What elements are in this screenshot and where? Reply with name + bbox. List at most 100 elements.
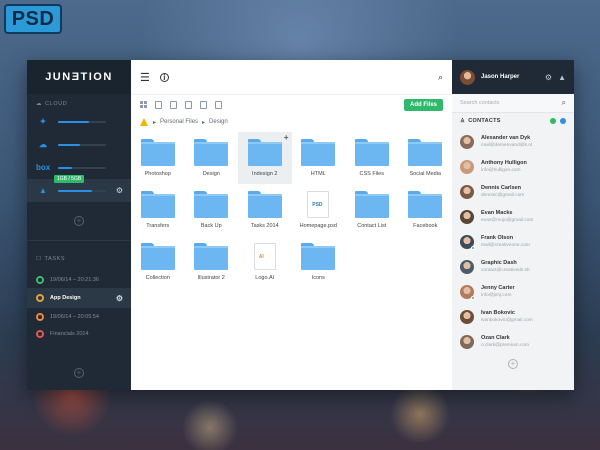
contact-item[interactable]: Frank Olson mail@creativeone.com	[452, 229, 574, 254]
contact-email: info@hulligon.com	[481, 168, 521, 173]
folder-item[interactable]: + Indesign 2	[238, 132, 292, 184]
top-bar: ☰ i ⌕	[131, 60, 452, 94]
gear-icon[interactable]: ⚙	[116, 186, 123, 195]
gear-icon[interactable]: ⚙	[545, 73, 552, 82]
folder-item[interactable]: Icons	[292, 236, 346, 288]
add-contact-button[interactable]: +	[508, 359, 518, 369]
contacts-title: CONTACTS	[468, 118, 501, 124]
copy-icon[interactable]	[200, 100, 207, 109]
contact-search-input[interactable]: Search contacts	[460, 100, 499, 106]
breadcrumb-item-design[interactable]: Design	[209, 119, 228, 125]
contact-name: Dennis Carlsen	[481, 185, 522, 191]
new-file-icon[interactable]	[155, 100, 162, 109]
contact-item[interactable]: Graphic Dash contact@creativeds.sh	[452, 254, 574, 279]
folder-item[interactable]: Transfers	[131, 184, 185, 236]
contact-item[interactable]: Dennis Carlsen dennisc@gmail.com	[452, 179, 574, 204]
contact-item[interactable]: Evan Macks evan@mojo@gmail.com	[452, 204, 574, 229]
away-status-dot[interactable]	[560, 118, 566, 124]
contact-avatar	[460, 159, 474, 174]
folder-icon	[354, 139, 389, 166]
left-sidebar: JUNƎTION ☁ CLOUD ✦ ☁ box ▲ 1GB / 5GB ⚙ + ☐ TA…	[27, 60, 131, 390]
contact-avatar	[460, 234, 475, 250]
folder-item[interactable]: Social Media	[399, 132, 453, 184]
file-label: Illustrator 2	[197, 275, 225, 281]
folder-item[interactable]: Collection	[131, 236, 185, 288]
user-name[interactable]: Jason Harper	[481, 74, 519, 80]
file-item[interactable]: PSD Homepage.psd	[292, 184, 346, 236]
online-indicator	[471, 245, 475, 250]
breadcrumb-arrow-icon: ▸	[202, 119, 206, 126]
task-item[interactable]: 19/06/14 – 20:21:36	[27, 271, 131, 288]
add-icon[interactable]: +	[284, 133, 289, 142]
contact-email: contact@creativeds.sh	[481, 268, 530, 273]
add-files-button[interactable]: Add Files	[403, 98, 443, 111]
breadcrumb-item-personal-files[interactable]: Personal Files	[160, 119, 198, 125]
folder-item[interactable]: CSS Files	[345, 132, 399, 184]
storage-bar-fill	[58, 166, 73, 169]
folder-icon	[194, 139, 229, 166]
gear-icon[interactable]: ⚙	[116, 294, 123, 303]
cloud-item-google-drive[interactable]: ▲ 1GB / 5GB ⚙	[27, 175, 131, 202]
folder-item[interactable]: Facebook	[399, 184, 453, 236]
contact-name: Graphic Dash	[481, 260, 517, 266]
cloud-item-dropbox[interactable]: ✦	[27, 110, 131, 133]
folder-item[interactable]: Tasks 2014	[238, 184, 292, 236]
contact-avatar	[460, 184, 474, 199]
file-label: Contact List	[357, 223, 387, 229]
contact-avatar	[460, 334, 474, 349]
folder-item[interactable]: Design	[185, 132, 239, 184]
task-item[interactable]: 19/06/14 – 20:05:54	[27, 308, 131, 325]
user-avatar[interactable]	[460, 69, 475, 85]
online-status-dot[interactable]	[550, 118, 556, 124]
file-label: CSS Files	[359, 171, 384, 177]
folder-item[interactable]: Contact List	[345, 184, 399, 236]
menu-icon[interactable]: ☰	[140, 71, 150, 84]
document-icon: AI	[253, 243, 276, 270]
tasks-title-label: TASKS	[44, 256, 66, 262]
search-icon[interactable]: ⌕	[438, 72, 443, 83]
task-item[interactable]: Financials 2014	[27, 325, 131, 342]
onedrive-icon: ☁	[39, 140, 47, 149]
folder-icon	[247, 139, 282, 166]
contact-info: Anthony Hulligon info@hulligon.com	[481, 160, 527, 173]
contact-info: Alexander van Dyk mail@demenvand@k.nl	[481, 135, 532, 148]
folder-item[interactable]: Back Up	[185, 184, 239, 236]
contact-name: Alexander van Dyk	[481, 135, 531, 141]
upload-icon[interactable]	[170, 100, 177, 109]
file-item[interactable]: AI Logo.AI	[238, 236, 292, 288]
folder-item[interactable]: Photoshop	[131, 132, 185, 184]
file-label: HTML	[310, 171, 326, 177]
contact-item[interactable]: Ivan Bokovic ivanbokovic@gmail.com	[452, 304, 574, 329]
file-label: Logo.AI	[255, 275, 275, 281]
folder-item[interactable]: HTML	[292, 132, 346, 184]
folder-icon	[301, 139, 336, 166]
contact-item[interactable]: Alexander van Dyk mail@demenvand@k.nl	[452, 129, 574, 154]
file-label: Icons	[311, 275, 325, 281]
add-task-button[interactable]: +	[74, 368, 84, 378]
contact-item[interactable]: Jenny Carter info@jenj.com	[452, 279, 574, 304]
download-icon[interactable]	[185, 100, 192, 109]
contact-item[interactable]: Ozan Clark o.clark@premium.com	[452, 329, 574, 354]
cloud-list: ✦ ☁ box ▲ 1GB / 5GB ⚙	[27, 110, 131, 202]
contact-avatar	[460, 284, 475, 300]
contacts-header: ♙ CONTACTS	[452, 113, 574, 129]
grid-view-icon[interactable]	[140, 100, 147, 109]
contact-email: mail@demenvand@k.nl	[481, 143, 533, 148]
task-label: App Design	[50, 295, 81, 301]
storage-bar-fill	[58, 189, 92, 192]
folder-item[interactable]: Illustrator 2	[185, 236, 239, 288]
task-label: 19/06/14 – 20:05:54	[50, 313, 99, 320]
contact-search[interactable]: Search contacts ⌕	[452, 94, 574, 113]
add-cloud-button[interactable]: +	[74, 216, 84, 226]
cloud-item-onedrive[interactable]: ☁	[27, 133, 131, 156]
contact-list: Alexander van Dyk mail@demenvand@k.nl Anth…	[452, 129, 574, 354]
contact-avatar	[460, 309, 474, 324]
person-icon: ♙	[460, 118, 466, 124]
share-icon[interactable]	[215, 100, 222, 109]
warning-icon[interactable]: ▲	[558, 73, 566, 82]
search-icon[interactable]: ⌕	[562, 98, 566, 108]
contact-info: Ivan Bokovic ivanbokovic@gmail.com	[481, 310, 533, 323]
contact-item[interactable]: Anthony Hulligon info@hulligon.com	[452, 154, 574, 179]
task-item[interactable]: App Design ⚙	[27, 288, 131, 308]
info-icon[interactable]: i	[159, 72, 169, 82]
